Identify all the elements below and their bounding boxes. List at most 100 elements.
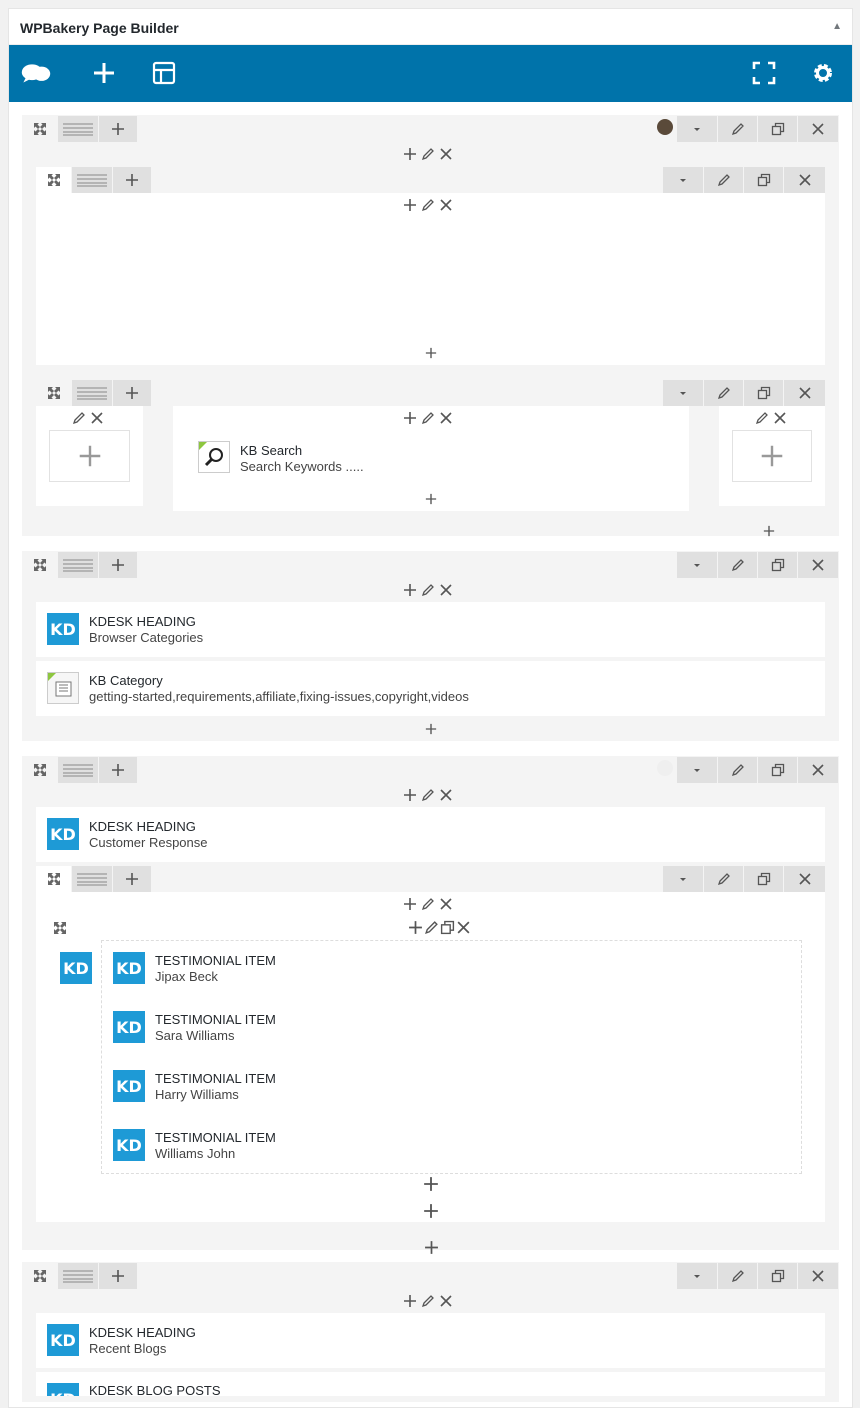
empty-column-add-button[interactable] [49,430,130,482]
pencil-icon[interactable] [421,147,435,161]
element-kdesk-blog-posts[interactable]: KD KDESK BLOG POSTS [36,1372,825,1396]
inner-drag-handle[interactable] [72,380,112,406]
inner-edit-button[interactable] [704,167,743,193]
close-icon[interactable] [439,147,453,161]
row-delete-button[interactable] [798,1263,838,1289]
pencil-icon[interactable] [421,788,435,802]
add-icon[interactable] [403,411,417,425]
inner-toggle-button[interactable] [663,167,703,193]
wpbakery-logo-icon[interactable] [21,58,51,88]
row-delete-button[interactable] [798,116,838,142]
close-icon[interactable] [439,788,453,802]
element-title: KDESK HEADING [89,819,196,834]
add-element-icon[interactable] [425,493,437,505]
inner-clone-button[interactable] [744,380,783,406]
inner-delete-button[interactable] [784,167,825,193]
row-drag-handle[interactable] [58,757,98,783]
add-element-icon[interactable] [763,525,775,537]
clone-icon[interactable] [440,920,455,935]
close-icon[interactable] [439,1294,453,1308]
add-icon[interactable] [403,897,417,911]
row-clone-button[interactable] [758,1263,797,1289]
pencil-icon[interactable] [421,897,435,911]
inner-expand-icon[interactable] [36,866,71,892]
close-icon[interactable] [456,920,471,935]
row-expand-icon[interactable] [25,757,55,783]
settings-button[interactable] [808,58,838,88]
fullscreen-button[interactable] [749,58,779,88]
collapse-arrow-icon[interactable]: ▲ [832,21,842,32]
row-edit-button[interactable] [718,116,757,142]
inner-delete-button[interactable] [784,380,825,406]
close-icon[interactable] [439,897,453,911]
inner-drag-handle[interactable] [72,167,112,193]
inner-add-button[interactable] [113,167,151,193]
row-toggle-button[interactable] [677,552,717,578]
inner-clone-button[interactable] [744,167,783,193]
panel-header[interactable]: WPBakery Page Builder ▲ [9,9,852,45]
add-icon[interactable] [403,583,417,597]
row-edit-button[interactable] [718,757,757,783]
add-icon[interactable] [408,920,423,935]
inner-delete-button[interactable] [784,866,825,892]
pencil-icon[interactable] [424,920,439,935]
row-drag-handle[interactable] [58,1263,98,1289]
close-icon[interactable] [773,411,787,425]
element-subtitle: Jipax Beck [155,969,218,984]
row-toggle-button[interactable] [677,1263,717,1289]
row-clone-button[interactable] [758,757,797,783]
pencil-icon[interactable] [755,411,769,425]
row-expand-icon[interactable] [25,552,55,578]
inner-expand-icon[interactable] [36,380,71,406]
row-add-button[interactable] [99,552,137,578]
inner-clone-button[interactable] [744,866,783,892]
close-icon[interactable] [439,411,453,425]
row-toggle-button[interactable] [677,116,717,142]
inner-edit-button[interactable] [704,866,743,892]
inner-add-button[interactable] [113,866,151,892]
inner-expand-icon[interactable] [36,167,71,193]
row-edit-button[interactable] [718,1263,757,1289]
row-add-button[interactable] [99,116,137,142]
add-element-icon[interactable] [423,1176,439,1192]
add-element-button[interactable] [89,58,119,88]
pencil-icon[interactable] [72,411,86,425]
templates-button[interactable] [149,58,179,88]
add-element-icon[interactable] [425,347,437,359]
row-add-button[interactable] [99,757,137,783]
add-icon[interactable] [403,788,417,802]
row-clone-button[interactable] [758,552,797,578]
empty-column-add-button[interactable] [732,430,812,482]
close-icon[interactable] [90,411,104,425]
close-icon[interactable] [439,583,453,597]
plus-icon [94,63,114,83]
inner-drag-handle[interactable] [72,866,112,892]
add-element-icon[interactable] [423,1203,439,1219]
element-title: TESTIMONIAL ITEM [155,1012,276,1027]
row-add-button[interactable] [99,1263,137,1289]
pencil-icon[interactable] [421,583,435,597]
inner-toggle-button[interactable] [663,866,703,892]
pencil-icon[interactable] [421,1294,435,1308]
add-element-icon[interactable] [424,1240,439,1255]
row-expand-icon[interactable] [25,116,55,142]
pencil-icon[interactable] [421,198,435,212]
row-expand-icon[interactable] [25,1263,55,1289]
row-delete-button[interactable] [798,552,838,578]
inner-toggle-button[interactable] [663,380,703,406]
row-drag-handle[interactable] [58,552,98,578]
row-clone-button[interactable] [758,116,797,142]
inner-add-button[interactable] [113,380,151,406]
add-icon[interactable] [403,147,417,161]
add-icon[interactable] [403,198,417,212]
row-edit-button[interactable] [718,552,757,578]
close-icon[interactable] [439,198,453,212]
container-expand-icon[interactable] [53,921,67,935]
row-delete-button[interactable] [798,757,838,783]
row-drag-handle[interactable] [58,116,98,142]
pencil-icon[interactable] [421,411,435,425]
inner-edit-button[interactable] [704,380,743,406]
row-toggle-button[interactable] [677,757,717,783]
add-icon[interactable] [403,1294,417,1308]
add-element-icon[interactable] [425,723,437,735]
